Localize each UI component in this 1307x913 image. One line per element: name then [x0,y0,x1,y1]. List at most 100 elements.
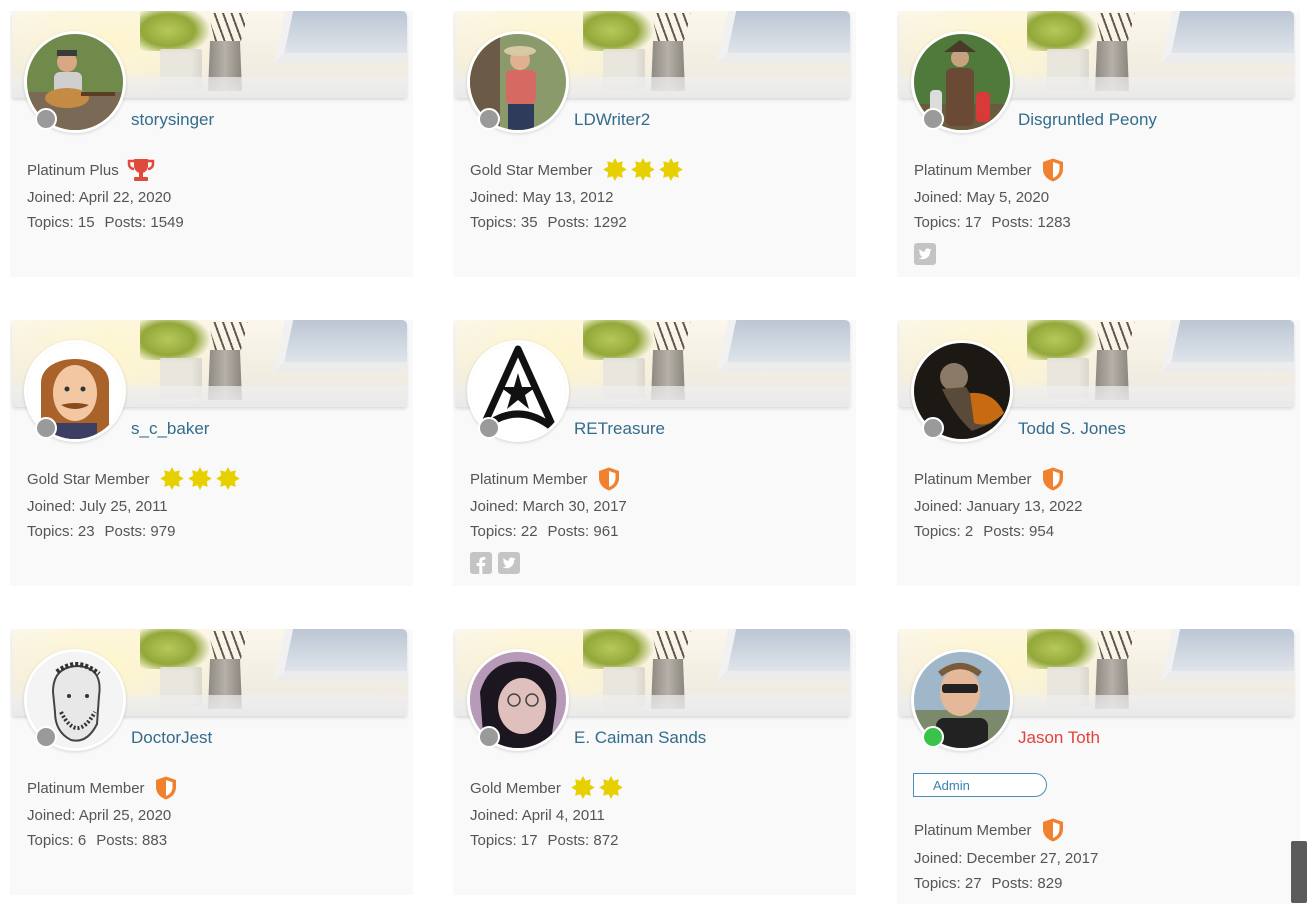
topics-count: Topics: 22 [470,523,538,540]
shield-icon [153,775,179,801]
username-link[interactable]: LDWriter2 [574,110,650,130]
joined-date: Joined: April 4, 2011 [470,807,605,824]
member-rank: Platinum Member [470,465,622,493]
joined-date: Joined: May 13, 2012 [470,189,614,206]
posts-count: Posts: 829 [991,875,1063,892]
posts-count: Posts: 1283 [991,214,1071,231]
joined-date: Joined: January 13, 2022 [914,498,1083,515]
social-links [470,552,520,574]
topics-count: Topics: 15 [27,214,95,231]
joined-date: Joined: December 27, 2017 [914,850,1099,867]
member-rank: Platinum Member [914,465,1066,493]
member-card: Jason Toth Admin Platinum Member Joined:… [897,629,1300,904]
shield-icon [1040,466,1066,492]
shield-icon [596,466,622,492]
offline-status-dot [35,108,57,130]
member-stats: Topics: 17 Posts: 1283 [914,214,1071,231]
star-icon [569,775,597,801]
topics-count: Topics: 2 [914,523,974,540]
shield-icon [1040,817,1066,843]
admin-badge: Admin [913,773,1047,797]
topics-count: Topics: 17 [914,214,982,231]
offline-status-dot [478,417,500,439]
topics-count: Topics: 35 [470,214,538,231]
topics-count: Topics: 6 [27,832,87,849]
posts-count: Posts: 961 [547,523,619,540]
rank-label: Gold Star Member [27,470,150,488]
member-card: storysinger Platinum Plus Joined: April … [10,11,413,277]
posts-count: Posts: 1549 [104,214,184,231]
star-icon [597,775,625,801]
username-link[interactable]: Jason Toth [1018,728,1100,748]
member-rank: Platinum Member [27,774,179,802]
posts-count: Posts: 883 [96,832,168,849]
rank-label: Platinum Member [27,779,145,797]
member-rank: Platinum Member [914,156,1066,184]
member-stats: Topics: 27 Posts: 829 [914,875,1062,892]
facebook-icon[interactable] [470,552,492,574]
member-card: LDWriter2 Gold Star Member Joined: May 1… [453,11,856,277]
topics-count: Topics: 23 [27,523,95,540]
online-status-dot [922,726,944,748]
member-card: RETreasure Platinum Member Joined: March… [453,320,856,586]
offline-status-dot [35,417,57,439]
twitter-icon[interactable] [498,552,520,574]
offline-status-dot [35,726,57,748]
offline-status-dot [478,726,500,748]
joined-date: Joined: July 25, 2011 [27,498,168,515]
topics-count: Topics: 17 [470,832,538,849]
member-stats: Topics: 23 Posts: 979 [27,523,175,540]
username-link[interactable]: DoctorJest [131,728,212,748]
rank-label: Platinum Member [914,821,1032,839]
joined-date: Joined: May 5, 2020 [914,189,1050,206]
username-link[interactable]: storysinger [131,110,214,130]
posts-count: Posts: 954 [983,523,1055,540]
member-card: s_c_baker Gold Star Member Joined: July … [10,320,413,586]
member-card: Todd S. Jones Platinum Member Joined: Ja… [897,320,1300,586]
star-icon [629,157,657,183]
star-icon [158,466,186,492]
member-stats: Topics: 22 Posts: 961 [470,523,618,540]
scrollbar-thumb[interactable] [1291,841,1307,903]
member-rank: Platinum Plus [27,156,155,184]
offline-status-dot [478,108,500,130]
member-card: DoctorJest Platinum Member Joined: April… [10,629,413,895]
joined-date: Joined: March 30, 2017 [470,498,627,515]
star-icon [657,157,685,183]
social-links [914,243,936,265]
member-rank: Gold Member [470,774,625,802]
member-rank: Platinum Member [914,816,1066,844]
offline-status-dot [922,108,944,130]
twitter-icon[interactable] [914,243,936,265]
member-card: E. Caiman Sands Gold Member Joined: Apri… [453,629,856,895]
rank-label: Gold Member [470,779,561,797]
posts-count: Posts: 979 [104,523,176,540]
username-link[interactable]: E. Caiman Sands [574,728,706,748]
member-stats: Topics: 35 Posts: 1292 [470,214,627,231]
member-rank: Gold Star Member [470,156,685,184]
member-stats: Topics: 2 Posts: 954 [914,523,1054,540]
star-icon [186,466,214,492]
username-link[interactable]: Todd S. Jones [1018,419,1126,439]
star-icon [214,466,242,492]
offline-status-dot [922,417,944,439]
rank-label: Platinum Member [914,161,1032,179]
rank-label: Platinum Member [914,470,1032,488]
topics-count: Topics: 27 [914,875,982,892]
rank-label: Platinum Plus [27,161,119,179]
rank-label: Platinum Member [470,470,588,488]
shield-icon [1040,157,1066,183]
member-rank: Gold Star Member [27,465,242,493]
member-card: Disgruntled Peony Platinum Member Joined… [897,11,1300,277]
joined-date: Joined: April 22, 2020 [27,189,172,206]
star-icon [601,157,629,183]
member-stats: Topics: 15 Posts: 1549 [27,214,184,231]
username-link[interactable]: RETreasure [574,419,665,439]
member-stats: Topics: 17 Posts: 872 [470,832,618,849]
username-link[interactable]: s_c_baker [131,419,209,439]
username-link[interactable]: Disgruntled Peony [1018,110,1157,130]
member-stats: Topics: 6 Posts: 883 [27,832,167,849]
rank-label: Gold Star Member [470,161,593,179]
posts-count: Posts: 872 [547,832,619,849]
trophy-icon [127,157,155,183]
